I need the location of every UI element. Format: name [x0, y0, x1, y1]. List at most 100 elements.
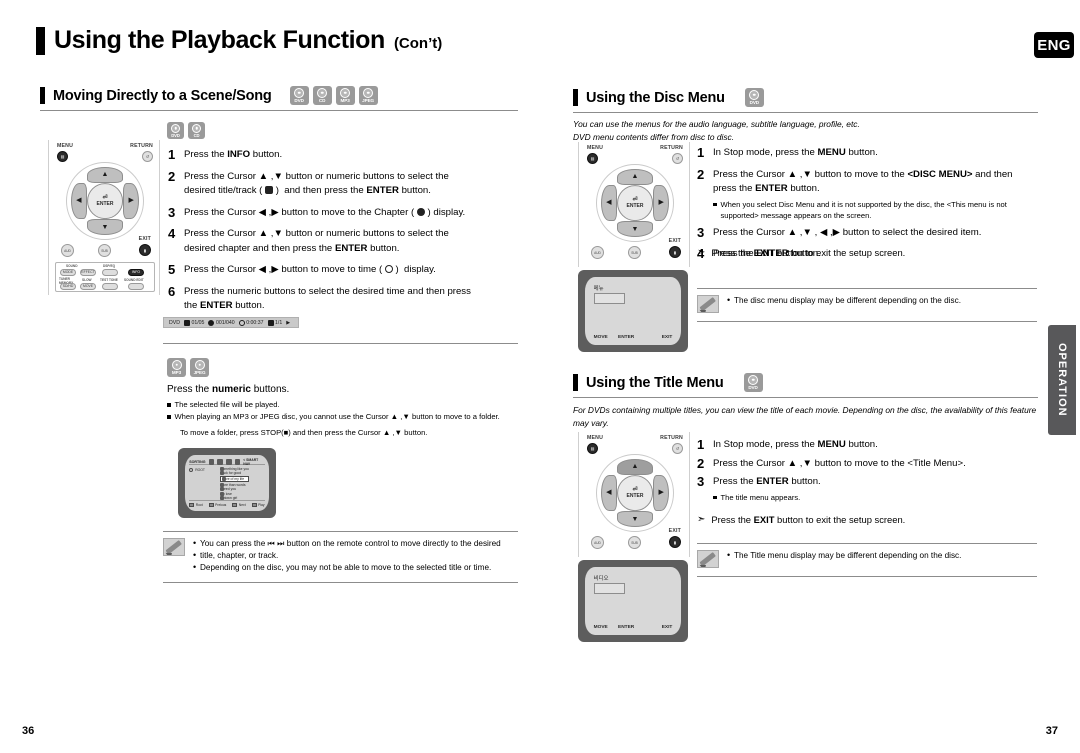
cd-icon: CD: [312, 86, 332, 105]
root-label: ROOT: [195, 467, 205, 472]
osd-button-hints: MOVE ENTER EXIT: [585, 625, 681, 630]
status-chapter: 001/040: [208, 319, 235, 326]
footer-button-previous[interactable]: Preious: [208, 503, 226, 508]
dpad-left-button[interactable]: ◀: [600, 475, 618, 511]
return-button[interactable]: ↺: [142, 151, 153, 162]
osd-exit-label: EXIT: [661, 334, 673, 340]
test-tone-button[interactable]: [102, 283, 118, 290]
dspeq-button[interactable]: [102, 269, 118, 276]
move-button[interactable]: MOVE: [80, 283, 96, 290]
remote-menu-label: MENU: [57, 143, 74, 149]
list-item[interactable]: My love: [220, 491, 249, 496]
dpad-up-button[interactable]: ▲: [617, 168, 653, 186]
remote-return-label: RETURN: [130, 143, 153, 149]
footer-button-root[interactable]: Root: [189, 503, 203, 508]
pencil-icon: [163, 538, 185, 556]
note-item: The Title menu display may be different …: [727, 549, 961, 562]
step-number: 4: [168, 226, 176, 241]
exit-button[interactable]: ▮: [139, 244, 151, 256]
tv-screen-surface: SORTING < SMART NAV ROOT Something like …: [185, 455, 269, 511]
enter-button[interactable]: ⏎ ENTER: [617, 185, 653, 221]
dpad-up-button[interactable]: ▲: [617, 458, 653, 476]
section-accent-bar: [40, 87, 45, 104]
disc-menu-exit-note: ➣ Press the EXIT button to exit the setu…: [697, 246, 1037, 260]
file-browser-header: SORTING < SMART NAV: [189, 457, 265, 466]
sound-edit-button[interactable]: [128, 283, 144, 290]
list-item[interactable]: More than words: [220, 482, 249, 487]
exit-button[interactable]: ▮: [669, 246, 681, 258]
cd-icon: CD: [188, 122, 205, 139]
audio-button[interactable]: AUD: [591, 536, 604, 549]
sort-icon-2[interactable]: [217, 458, 223, 465]
enter-button[interactable]: ⏎ ENTER: [617, 475, 653, 511]
note-box-left: You can press the ⏮ ⏭ button on the remo…: [163, 531, 518, 583]
menu-button[interactable]: ▤: [587, 153, 598, 164]
remote-return-label: RETURN: [660, 435, 683, 441]
footer-button-next[interactable]: Next: [232, 503, 246, 508]
list-item[interactable]: I need you: [220, 487, 249, 492]
file-browser-track-list: Something like you Back for good Love of…: [220, 466, 249, 501]
dpad-up-button[interactable]: ▲: [87, 166, 123, 184]
list-item[interactable]: Something like you: [220, 466, 249, 471]
note-item-continuation: title, chapter, or track.: [193, 549, 501, 562]
pencil-icon: [697, 550, 719, 568]
music-note-icon: [220, 482, 225, 487]
page-number-left: 36: [22, 725, 35, 737]
effect-button[interactable]: EFFECT: [80, 269, 96, 276]
step-number: 5: [168, 262, 176, 277]
note-item: Depending on the disc, you may not be ab…: [193, 561, 501, 574]
info-button[interactable]: INFO: [128, 269, 144, 276]
osd-highlight-box: [593, 292, 626, 304]
step-text: Press the numeric buttons to select the …: [184, 285, 471, 312]
file-browser-root[interactable]: ROOT: [189, 467, 205, 472]
enter-button[interactable]: ⏎ ENTER: [87, 183, 123, 219]
disc-icon-group: DVD CD MP3 JPEG: [289, 86, 378, 105]
sort-icon-3[interactable]: [225, 458, 232, 465]
osd-enter-label: ENTER: [618, 334, 635, 340]
step-number: 3: [168, 204, 176, 220]
note-box-title-menu: The Title menu display may be different …: [697, 543, 1037, 577]
mode-button[interactable]: MODE: [60, 269, 76, 276]
title-accent-bar: [36, 26, 45, 55]
section-rule: [573, 112, 1038, 113]
list-item-selected[interactable]: Love of my life: [220, 475, 249, 482]
sdhd-button[interactable]: SD/HD: [60, 283, 76, 290]
step-text: Press the Cursor ◀ ,▶ button to move to …: [184, 206, 466, 218]
subtitle-button[interactable]: SUB: [628, 536, 641, 549]
osd-title: 메뉴: [593, 286, 604, 293]
menu-button[interactable]: ▤: [587, 443, 598, 454]
mp3-instruction: Press the numeric buttons.: [167, 384, 290, 395]
step-number: 3: [697, 474, 705, 489]
step-text: Press the Cursor ▲ ,▼ , ◀ ,▶ button to s…: [713, 226, 982, 238]
remote-control-illustration-disc-menu: MENU ▤ RETURN ↺ ▲ ▼ ◀ ▶ ⏎ ENTER AUD SUB …: [578, 142, 690, 267]
title-menu-exit-note: ➣ Press the EXIT button to exit the setu…: [697, 513, 1037, 527]
subtitle-button[interactable]: SUB: [628, 246, 641, 259]
return-button[interactable]: ↺: [672, 443, 683, 454]
note-item: The disc menu display may be different d…: [727, 294, 961, 307]
audio-button[interactable]: AUD: [61, 244, 74, 257]
dpad-left-button[interactable]: ◀: [70, 183, 88, 219]
dpad-left-button[interactable]: ◀: [600, 185, 618, 221]
tv-screen-title-menu: 비디오 MOVE ENTER EXIT: [578, 560, 688, 642]
subtitle-button[interactable]: SUB: [98, 244, 111, 257]
mp3-substep-continuation: To move a folder, press STOP(■) and then…: [180, 428, 428, 437]
dpad-control[interactable]: ▲ ▼ ◀ ▶ ⏎ ENTER: [596, 454, 674, 532]
dvd-icon: DVD: [743, 373, 763, 392]
osd-button-hints: MOVE ENTER EXIT: [585, 335, 681, 340]
tv-screen-file-browser: SORTING < SMART NAV ROOT Something like …: [178, 448, 276, 518]
menu-button[interactable]: ▤: [57, 151, 68, 162]
intro-line: For DVDs containing multiple titles, you…: [573, 405, 1037, 415]
smart-nav-label: < SMART NAV: [243, 457, 259, 466]
footer-button-play[interactable]: Play: [251, 503, 265, 508]
page-title-text: Using the Playback Function: [54, 26, 385, 54]
exit-button[interactable]: ▮: [669, 536, 681, 548]
arrow-icon: ➣: [697, 514, 706, 525]
audio-button[interactable]: AUD: [591, 246, 604, 259]
sort-icon-1[interactable]: [208, 458, 215, 465]
dpad-control[interactable]: ▲ ▼ ◀ ▶ ⏎ ENTER: [596, 164, 674, 242]
list-item[interactable]: Back for good: [220, 471, 249, 476]
dpad-control[interactable]: ▲ ▼ ◀ ▶ ⏎ ENTER: [66, 162, 144, 240]
page-title-cont: (Con’t): [393, 35, 443, 52]
sort-icon-4[interactable]: [234, 458, 241, 465]
return-button[interactable]: ↺: [672, 153, 683, 164]
